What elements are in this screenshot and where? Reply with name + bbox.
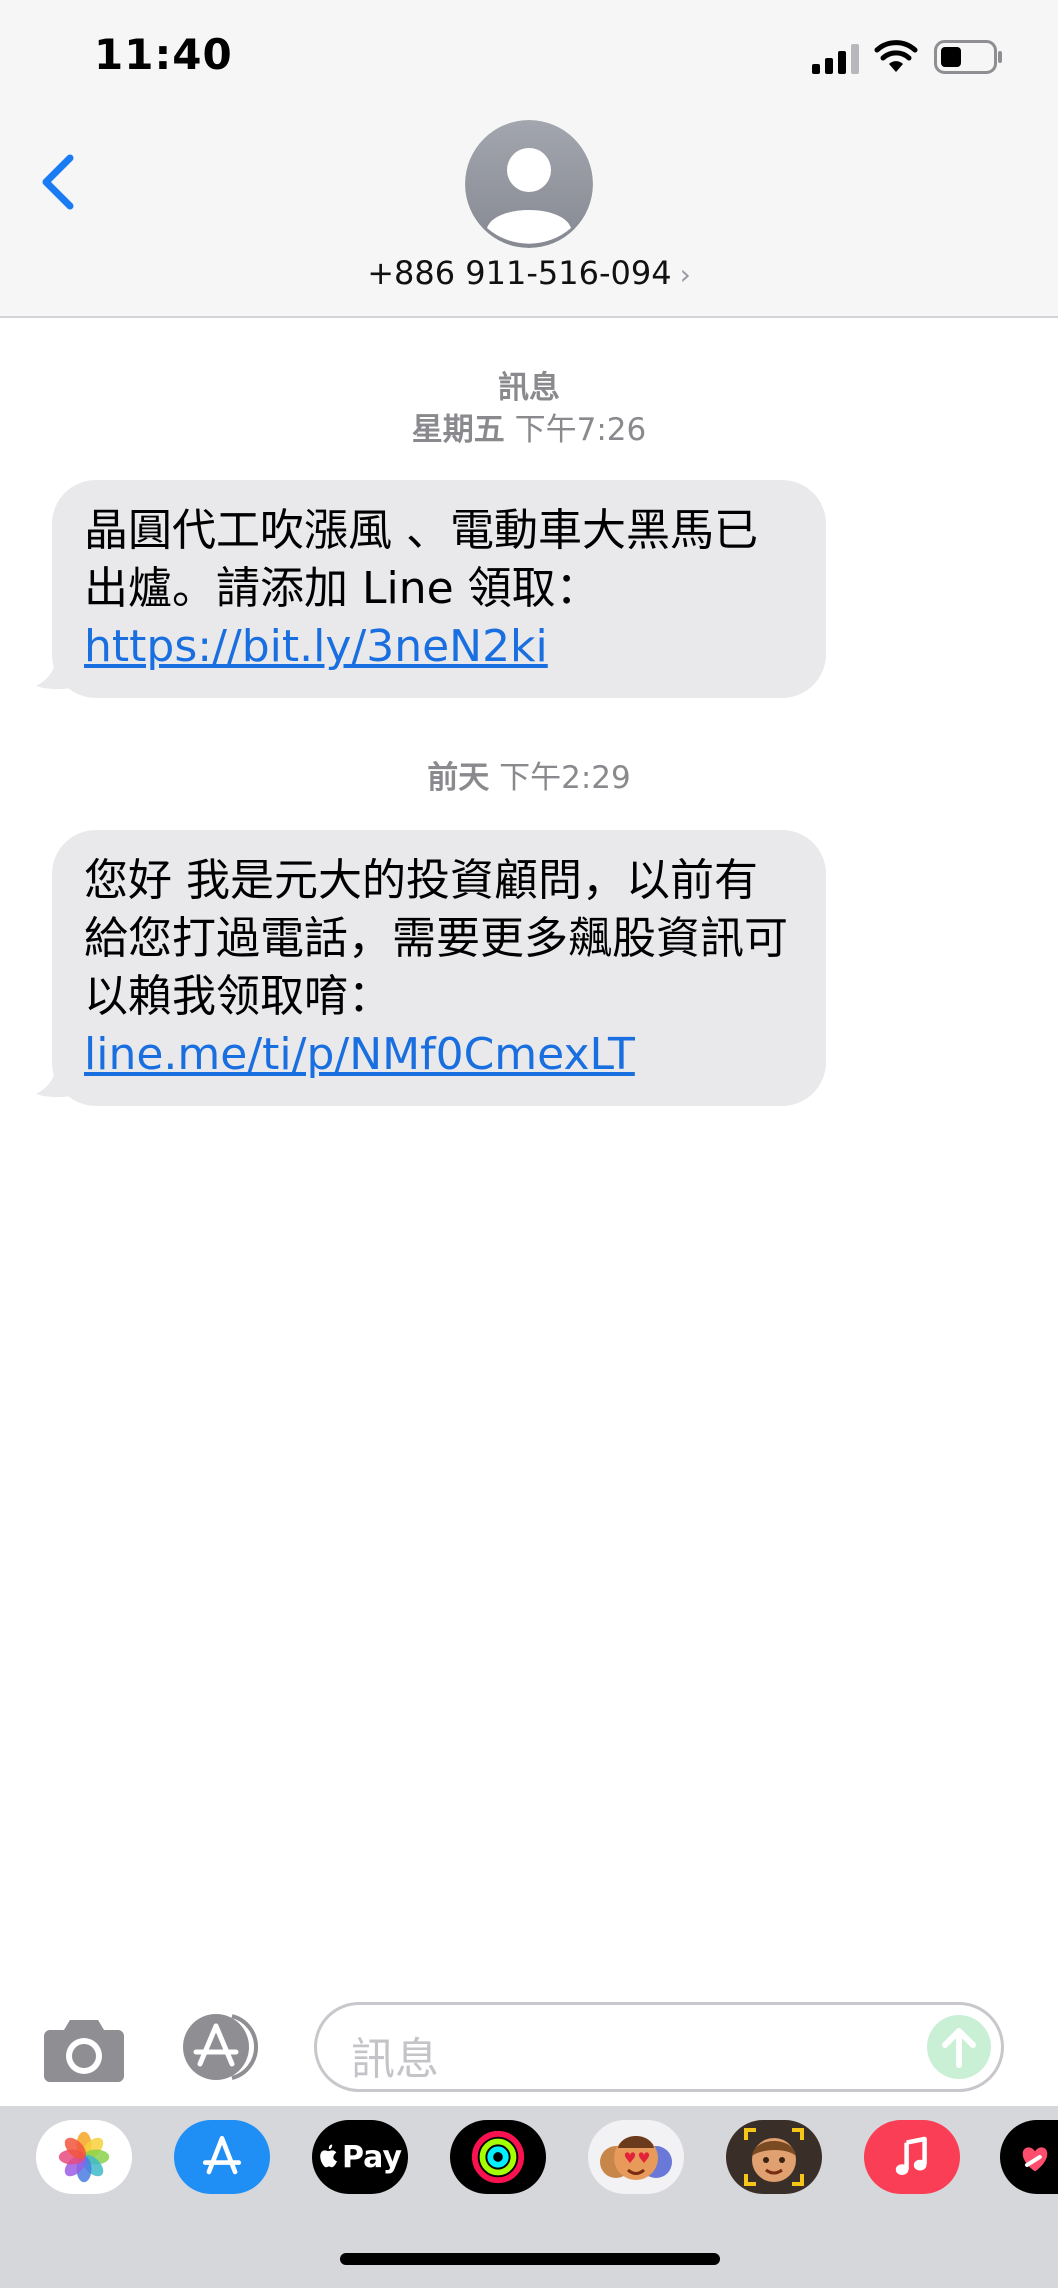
incoming-message[interactable]: 您好 我是元大的投資顧問，以前有給您打過電話，需要更多飆股資訊可以賴我领取唷： l…	[52, 830, 826, 1106]
chevron-right-icon: ›	[679, 258, 691, 291]
apple-pay-icon[interactable]: Pay	[312, 2120, 408, 2194]
send-button[interactable]	[927, 2015, 991, 2079]
status-time: 11:40	[94, 30, 233, 79]
apple-pay-label: Pay	[341, 2139, 403, 2175]
app-store-icon[interactable]	[174, 2120, 270, 2194]
message-link[interactable]: https://bit.ly/3neN2ki	[84, 621, 548, 672]
music-note-icon	[895, 2136, 927, 2175]
fitness-icon[interactable]	[450, 2120, 546, 2194]
arrow-up-icon	[942, 2028, 976, 2068]
music-icon[interactable]	[864, 2120, 960, 2194]
contact-name[interactable]: +886 911-516-094 ›	[0, 254, 1058, 292]
memoji-stickers-glyph-icon	[600, 2136, 672, 2180]
message-input[interactable]: 訊息	[314, 2002, 1004, 2092]
timestamp: 星期五 下午7:26	[411, 412, 647, 448]
memoji-stickers-icon[interactable]	[588, 2120, 684, 2194]
memoji-icon[interactable]	[726, 2120, 822, 2194]
apple-logo-icon	[320, 2144, 338, 2168]
incoming-message[interactable]: 晶圓代工吹漲風 、電動車大黑馬已出爐。請添加 Line 領取： https://…	[52, 480, 826, 698]
photos-flower-icon	[58, 2131, 110, 2183]
heart-hand-icon	[1022, 2147, 1048, 2172]
message-placeholder: 訊息	[351, 2034, 439, 2085]
camera-icon[interactable]	[42, 2014, 126, 2084]
memoji-face-icon	[744, 2128, 804, 2186]
wifi-icon	[874, 40, 918, 72]
service-label: 訊息	[498, 370, 560, 406]
app-store-glyph-icon	[202, 2136, 242, 2175]
timestamp: 前天 下午2:29	[427, 760, 631, 796]
message-link[interactable]: line.me/ti/p/NMf0CmexLT	[84, 1029, 635, 1080]
conversation-header: 11:40 +886 911-516-094 ›	[0, 0, 1058, 318]
cellular-signal-icon	[812, 44, 859, 74]
back-chevron-icon[interactable]	[34, 150, 82, 214]
photos-icon[interactable]	[36, 2120, 132, 2194]
contact-number[interactable]: +886 911-516-094	[367, 254, 671, 292]
message-text: 您好 我是元大的投資顧問，以前有給您打過電話，需要更多飆股資訊可以賴我领取唷：	[84, 855, 788, 1022]
app-store-button-icon[interactable]	[176, 2012, 270, 2082]
home-indicator[interactable]	[340, 2253, 720, 2265]
activity-rings-icon	[471, 2130, 525, 2184]
battery-icon	[934, 40, 1002, 74]
digital-touch-icon[interactable]	[1000, 2120, 1058, 2194]
contact-avatar[interactable]	[465, 120, 593, 248]
message-text: 晶圓代工吹漲風 、電動車大黑馬已出爐。請添加 Line 領取：	[84, 505, 758, 614]
